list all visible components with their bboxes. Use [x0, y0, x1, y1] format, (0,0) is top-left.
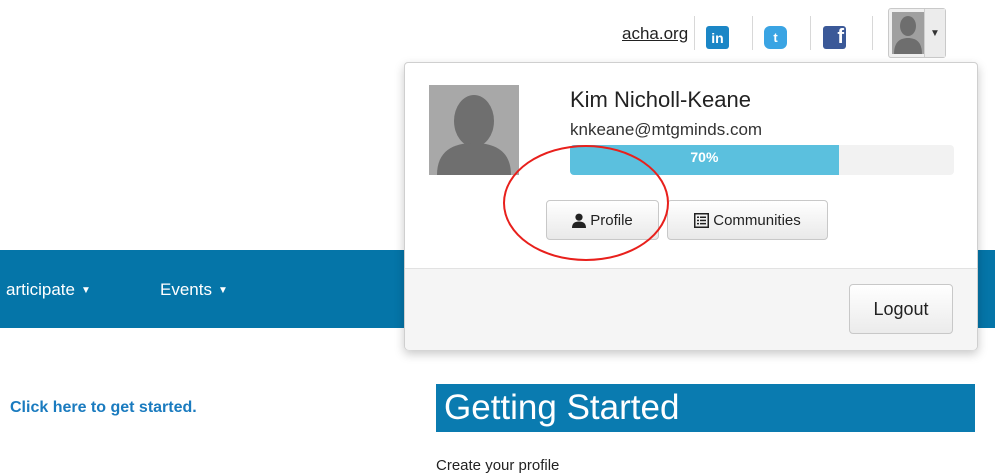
progress-fill: 70% [570, 145, 839, 175]
profile-photo [429, 85, 519, 175]
acha-org-link[interactable]: acha.org [622, 24, 688, 44]
caret-down-icon: ▼ [217, 284, 228, 296]
divider [872, 16, 873, 50]
list-icon [694, 212, 710, 228]
get-started-link[interactable]: Click here to get started. [10, 399, 197, 417]
communities-button-label: Communities [713, 211, 801, 229]
logout-button[interactable]: Logout [849, 284, 953, 334]
nav-item-events[interactable]: Events ▼ [160, 280, 228, 300]
dropdown-footer: Logout [405, 268, 977, 350]
avatar [892, 12, 924, 54]
user-menu-toggle[interactable]: ▼ [888, 8, 946, 58]
profile-button-label: Profile [590, 211, 633, 229]
section-subtitle: Create your profile [436, 457, 560, 474]
nav-item-label: Events [160, 280, 212, 299]
section-title: Getting Started [436, 384, 975, 432]
linkedin-icon[interactable]: in [706, 26, 729, 49]
user-name: Kim Nicholl-Keane [570, 87, 751, 112]
avatar-silhouette-icon [892, 12, 924, 54]
user-dropdown: Kim Nicholl-Keane knkeane@mtgminds.com 7… [404, 62, 978, 350]
nav-item-label: articipate [6, 280, 75, 299]
divider [752, 16, 753, 50]
nav-item-participate[interactable]: articipate ▼ [6, 280, 91, 300]
communities-button[interactable]: Communities [667, 200, 828, 240]
facebook-icon[interactable]: f [823, 26, 846, 49]
profile-button[interactable]: Profile [546, 200, 659, 240]
profile-progress-bar: 70% [570, 145, 954, 175]
caret-down-icon[interactable]: ▼ [924, 9, 945, 57]
twitter-icon[interactable]: t [764, 26, 787, 49]
caret-down-icon: ▼ [80, 284, 91, 296]
user-icon [572, 213, 587, 228]
profile-silhouette-icon [429, 85, 519, 175]
divider [694, 16, 695, 50]
user-email: knkeane@mtgminds.com [570, 120, 763, 139]
divider [810, 16, 811, 50]
